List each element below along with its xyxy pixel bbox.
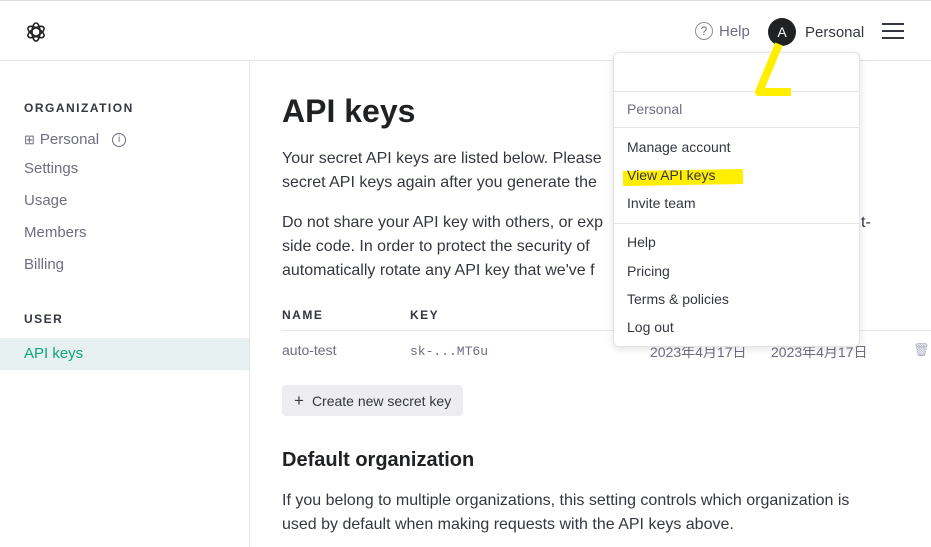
plus-icon: + bbox=[294, 390, 304, 410]
menu-item-terms[interactable]: Terms & policies bbox=[627, 291, 729, 307]
openai-logo-icon[interactable] bbox=[24, 20, 48, 44]
column-header-key: KEY bbox=[410, 308, 440, 322]
menu-item-invite-team[interactable]: Invite team bbox=[627, 195, 695, 211]
intro-paragraph: Your secret API keys are listed below. P… bbox=[282, 150, 602, 191]
menu-divider bbox=[614, 91, 859, 92]
sidebar: ORGANIZATION ⊞ Personal i Settings Usage… bbox=[0, 61, 250, 547]
menu-item-log-out[interactable]: Log out bbox=[627, 319, 674, 335]
info-icon[interactable]: i bbox=[112, 132, 127, 147]
sidebar-item-api-keys[interactable]: API keys bbox=[0, 338, 249, 370]
help-label: Help bbox=[719, 22, 750, 40]
menu-org-label[interactable]: Personal bbox=[627, 101, 682, 117]
org-heading: ORGANIZATION bbox=[24, 101, 134, 115]
security-paragraph: Do not share your API key with others, o… bbox=[282, 214, 604, 279]
sidebar-item-members[interactable]: Members bbox=[24, 224, 87, 241]
hamburger-menu-icon[interactable] bbox=[882, 23, 904, 39]
menu-item-pricing[interactable]: Pricing bbox=[627, 263, 670, 279]
sidebar-item-usage[interactable]: Usage bbox=[24, 192, 67, 209]
user-heading: USER bbox=[24, 312, 64, 326]
page-title: API keys bbox=[282, 93, 416, 129]
yellow-arrow-annotation-icon bbox=[755, 42, 791, 96]
account-dropdown-menu: Personal Manage account View API keys In… bbox=[613, 52, 860, 347]
trash-icon[interactable]: 🗑 bbox=[913, 342, 930, 358]
question-icon: ? bbox=[695, 22, 713, 40]
org-selector[interactable]: ⊞ Personal i bbox=[24, 131, 127, 148]
key-name: auto-test bbox=[282, 342, 337, 358]
briefcase-icon: ⊞ bbox=[24, 131, 35, 147]
default-org-heading: Default organization bbox=[282, 449, 475, 471]
sidebar-item-billing[interactable]: Billing bbox=[24, 256, 64, 273]
create-secret-key-button[interactable]: + Create new secret key bbox=[282, 385, 464, 416]
menu-divider bbox=[614, 223, 859, 224]
menu-item-manage-account[interactable]: Manage account bbox=[627, 139, 731, 155]
button-label: Create new secret key bbox=[311, 392, 452, 409]
help-button[interactable]: ? Help bbox=[695, 22, 750, 40]
key-value: sk-...MT6u bbox=[410, 344, 489, 359]
org-name: Personal bbox=[39, 131, 100, 148]
paragraph-fragment: t- bbox=[861, 214, 871, 231]
menu-divider bbox=[614, 127, 859, 128]
default-org-paragraph: If you belong to multiple organizations,… bbox=[282, 492, 850, 533]
menu-item-help[interactable]: Help bbox=[627, 234, 656, 250]
menu-item-view-api-keys[interactable]: View API keys bbox=[627, 167, 715, 183]
account-label: Personal bbox=[805, 23, 865, 41]
sidebar-item-settings[interactable]: Settings bbox=[24, 160, 78, 177]
sidebar-item-label: API keys bbox=[24, 345, 84, 362]
column-header-name: NAME bbox=[282, 308, 324, 322]
